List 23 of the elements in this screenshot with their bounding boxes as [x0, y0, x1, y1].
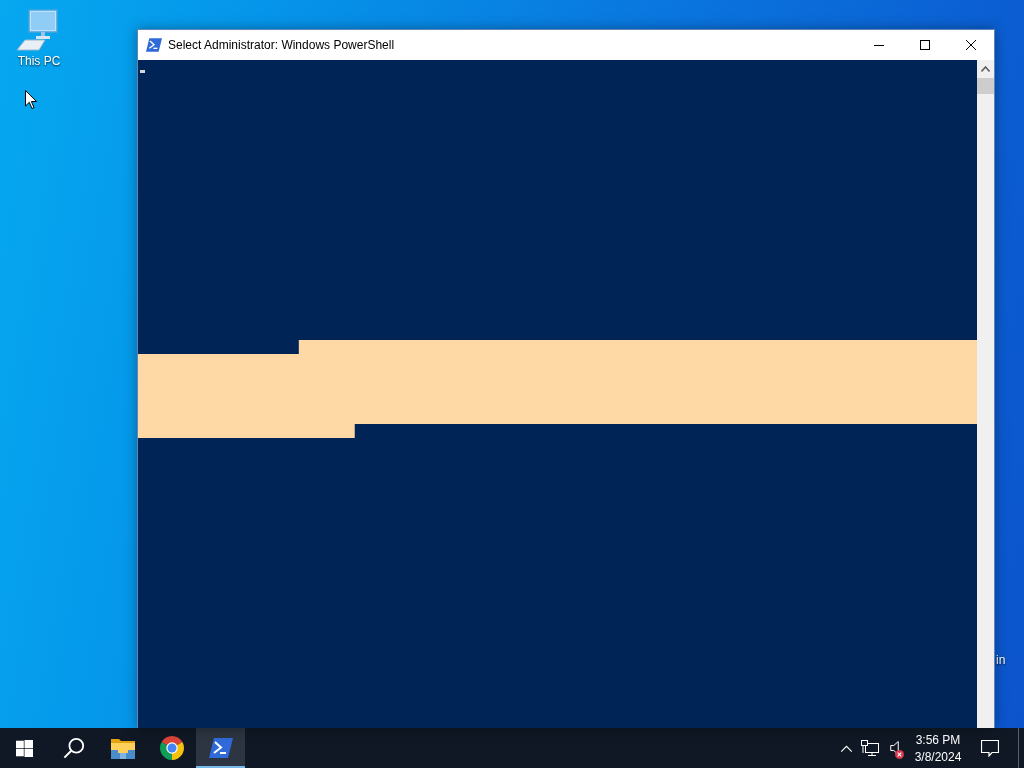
muted-icon — [895, 750, 904, 759]
message-icon — [981, 739, 999, 757]
minimize-icon — [874, 44, 884, 46]
taskbar-button[interactable] — [196, 728, 245, 768]
terminal-icon — [208, 738, 233, 758]
computer-icon — [17, 8, 61, 52]
caret-up-icon — [981, 65, 990, 72]
windows-logo-icon — [16, 739, 33, 757]
chevron-up-icon — [839, 744, 853, 752]
folder-icon — [110, 737, 135, 759]
browser-logo-icon — [159, 736, 184, 760]
text-cursor-icon — [140, 70, 145, 73]
close-icon — [966, 40, 976, 50]
desktop-text: in — [996, 653, 1006, 667]
scrollbar[interactable] — [977, 60, 994, 728]
scrollbar-thumb[interactable] — [977, 78, 994, 94]
window-title: Select Administrator: Windows PowerShell — [168, 38, 395, 52]
maximize-icon — [920, 40, 930, 50]
network-icon — [861, 740, 879, 756]
pointer-icon — [25, 90, 37, 109]
terminal-icon — [146, 38, 162, 52]
clock-button[interactable]: 3:56 PM 3/8/2024 — [906, 728, 970, 768]
search-icon — [62, 737, 85, 759]
